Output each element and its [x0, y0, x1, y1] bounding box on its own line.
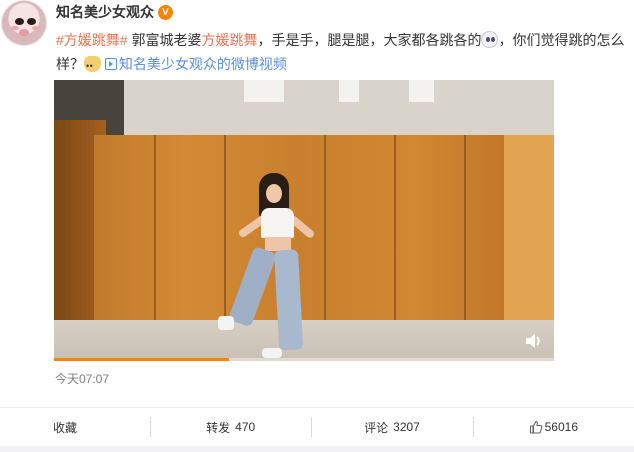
- favorite-button[interactable]: 收藏: [0, 408, 150, 446]
- card-bottom-border: [0, 446, 634, 452]
- video-scene-floor: [54, 320, 554, 361]
- avatar-nose: [19, 29, 29, 36]
- verified-badge-icon: V: [158, 4, 173, 20]
- doge-icon: [84, 54, 101, 78]
- comment-count: 3207: [393, 420, 420, 434]
- video-scene-wall-panel: [324, 135, 326, 325]
- dancer-leg-right: [274, 249, 304, 351]
- video-progress-fill: [54, 358, 229, 361]
- video-link-icon: [104, 58, 117, 70]
- video-scene-right-wall: [504, 135, 554, 325]
- comment-button[interactable]: 评论 3207: [311, 408, 472, 446]
- avatar-blush-right: [32, 26, 40, 30]
- video-scene-wall-panel: [394, 135, 396, 325]
- repost-label: 转发: [206, 420, 231, 435]
- post-author: 知名美少女观众 V: [56, 3, 173, 21]
- video-scene-wall-panel: [464, 135, 466, 325]
- avatar-blush-left: [11, 26, 19, 30]
- post-timestamp[interactable]: 今天07:07: [55, 372, 109, 386]
- action-separator: [311, 417, 313, 437]
- action-separator: [150, 417, 151, 437]
- video-link-text: 知名美少女观众的微博视频: [118, 56, 287, 72]
- avatar-eye-right: [27, 18, 36, 25]
- favorite-label: 收藏: [53, 420, 78, 435]
- avatar[interactable]: [1, 0, 47, 46]
- video-scene-ceiling-light: [339, 80, 359, 102]
- like-button[interactable]: 56016: [472, 408, 634, 446]
- avatar-eye-left: [15, 18, 24, 25]
- dizzy-face-icon: [481, 31, 499, 48]
- video-player[interactable]: [54, 80, 554, 361]
- volume-icon[interactable]: [524, 332, 544, 350]
- dancer-shoe-left: [218, 316, 234, 330]
- video-source-link[interactable]: 知名美少女观众的微博视频: [104, 56, 287, 72]
- video-scene-ceiling-light: [244, 80, 284, 102]
- comment-label: 评论: [364, 420, 389, 435]
- post-text: #方媛跳舞# 郭富城老婆方媛跳舞，手是手，腿是腿，大家都各跳各的 ，你们觉得跳的怎…: [56, 28, 634, 78]
- dancer-face: [266, 184, 282, 203]
- post-text-part-2: ，手是手，腿是腿，大家都各跳各的: [257, 32, 482, 48]
- video-scene-wall-panel: [154, 135, 156, 325]
- like-count: 56016: [544, 420, 578, 434]
- video-progress-bar[interactable]: [54, 358, 554, 361]
- username-link[interactable]: 知名美少女观众: [56, 3, 154, 21]
- video-scene-ceiling: [54, 80, 554, 140]
- topic-link-fangyuan-dance-inline[interactable]: 方媛跳舞: [201, 32, 257, 48]
- topic-link-fangyuan-dance[interactable]: #方媛跳舞#: [56, 32, 128, 48]
- video-scene-wall-panel: [224, 135, 226, 325]
- thumbs-up-icon: [529, 420, 542, 434]
- dancer-top: [261, 208, 294, 238]
- video-scene-ceiling-light: [409, 80, 434, 102]
- dancer-shoe-right: [262, 348, 282, 358]
- repost-count: 470: [235, 420, 256, 434]
- action-separator: [472, 417, 474, 437]
- post-text-part-1: 郭富城老婆: [127, 32, 202, 48]
- action-bar: 收藏 转发 470 评论 3207 56016: [0, 408, 634, 446]
- repost-button[interactable]: 转发 470: [150, 408, 311, 446]
